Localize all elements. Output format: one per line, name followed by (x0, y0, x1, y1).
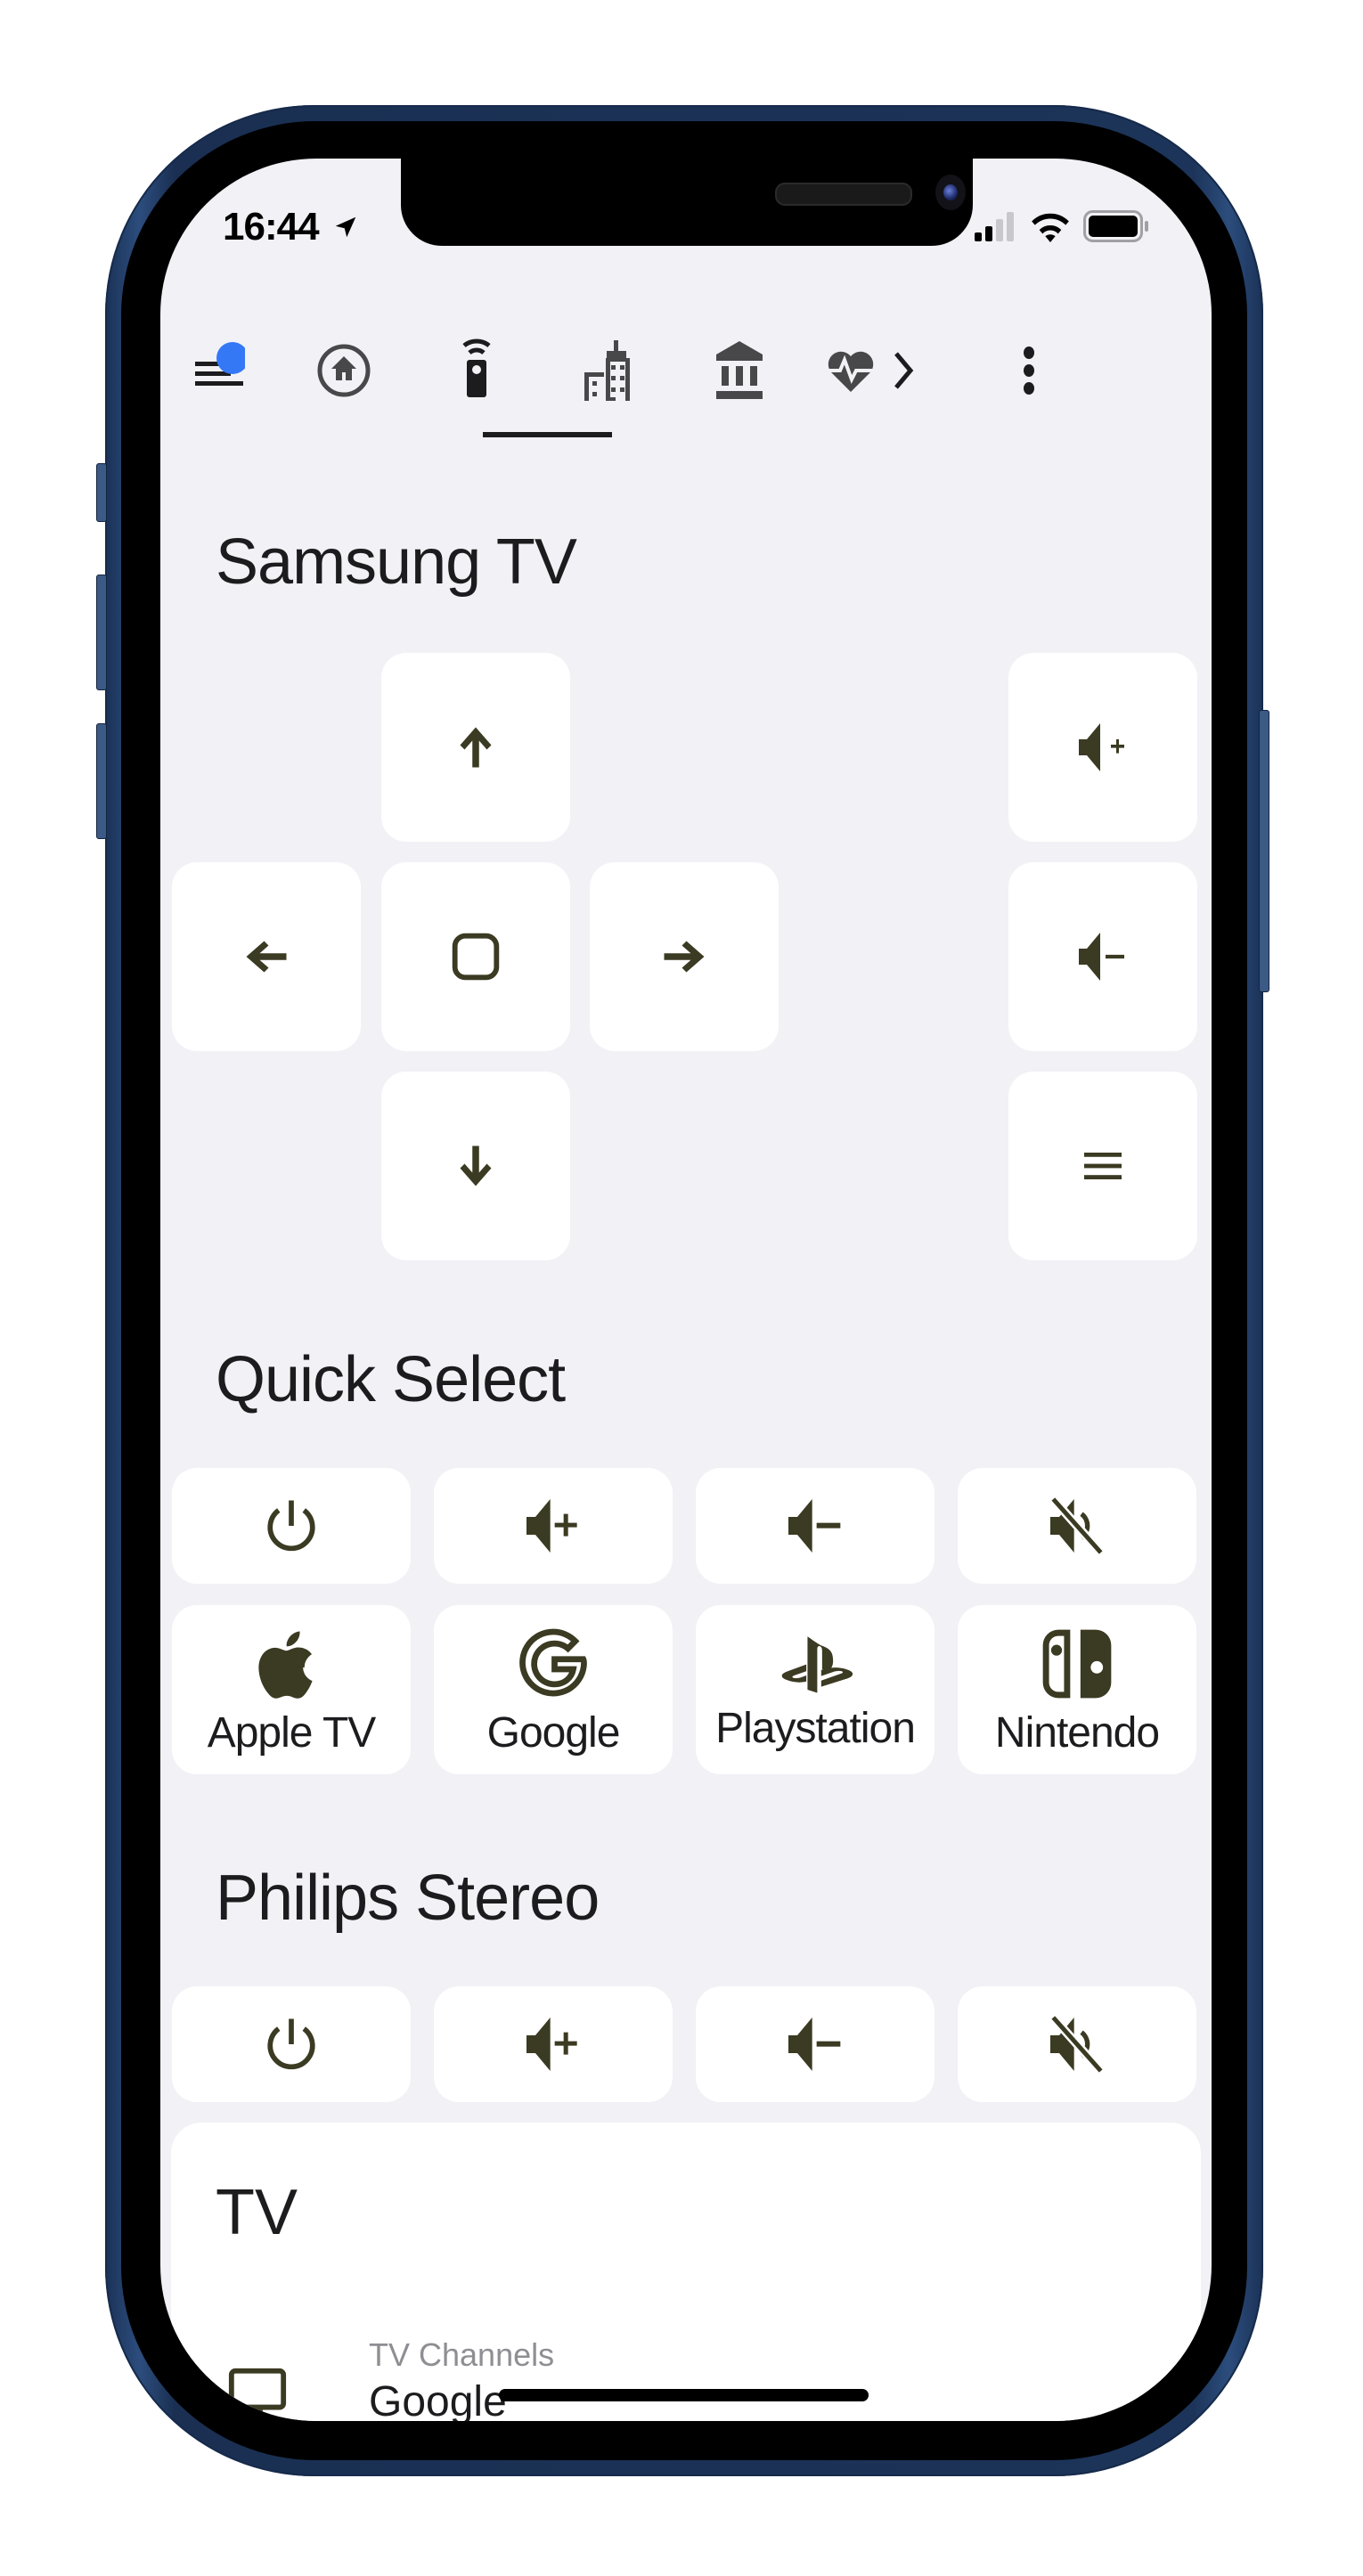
dpad-right-button[interactable] (590, 862, 779, 1051)
volume-down-icon (1079, 933, 1124, 981)
cellular-signal-icon (975, 212, 1014, 241)
battery-icon (1083, 210, 1148, 242)
samsung-volume-down-button[interactable] (1008, 862, 1197, 1051)
location-arrow-icon (335, 216, 356, 238)
tab-menu[interactable] (160, 317, 274, 424)
arrow-up-icon (460, 727, 492, 768)
quick-volume-down-button[interactable] (696, 1468, 935, 1584)
home-circle-icon (317, 344, 371, 397)
dpad-left-button[interactable] (172, 862, 361, 1051)
volume-up-icon (1079, 723, 1124, 771)
philips-volume-up-button[interactable] (434, 1986, 673, 2102)
front-camera (935, 175, 966, 210)
source-label: Apple TV (207, 1708, 377, 1757)
playstation-icon (781, 1635, 853, 1692)
power-icon (267, 2018, 315, 2070)
mute-icon (1049, 2014, 1105, 2075)
active-tab-indicator (483, 432, 612, 437)
silent-switch (96, 463, 107, 522)
chevron-right-icon (894, 352, 914, 389)
philips-volume-down-button[interactable] (696, 1986, 935, 2102)
source-nintendo-button[interactable]: Nintendo (958, 1605, 1196, 1774)
tv-card-title: TV (216, 2177, 298, 2248)
menu-lines-icon (1084, 1153, 1122, 1179)
volume-down-icon (788, 2018, 841, 2071)
google-icon (519, 1628, 587, 1696)
source-label: Playstation (715, 1704, 916, 1752)
source-label: Nintendo (994, 1708, 1160, 1757)
tab-bank[interactable] (682, 317, 797, 424)
mute-icon (1049, 1496, 1105, 1556)
volume-up-icon (526, 2018, 577, 2071)
status-icons (973, 210, 1151, 242)
volume-down-hardware-button (96, 723, 107, 839)
samsung-volume-up-button[interactable] (1008, 653, 1197, 842)
more-vertical-icon (1024, 346, 1034, 395)
power-icon (267, 1500, 315, 1552)
bank-icon (716, 341, 763, 399)
source-label: Google (486, 1708, 621, 1757)
quick-select-title: Quick Select (216, 1344, 566, 1415)
arrow-left-icon (246, 941, 287, 973)
remote-icon (462, 338, 491, 397)
city-icon (584, 340, 630, 401)
quick-volume-up-button[interactable] (434, 1468, 673, 1584)
heart-pulse-icon (824, 351, 876, 392)
quick-power-button[interactable] (172, 1468, 411, 1584)
row-primary-text: Google (369, 2378, 507, 2421)
philips-stereo-title: Philips Stereo (216, 1863, 600, 1934)
volume-up-hardware-button (96, 575, 107, 690)
notch (401, 159, 973, 246)
home-indicator[interactable] (499, 2389, 869, 2401)
philips-mute-button[interactable] (958, 1986, 1196, 2102)
side-power-button (1259, 710, 1269, 992)
samsung-tv-title: Samsung TV (216, 526, 577, 598)
arrow-right-icon (664, 941, 705, 973)
television-icon (228, 2368, 287, 2416)
dpad-select-button[interactable] (381, 862, 570, 1051)
philips-power-button[interactable] (172, 1986, 411, 2102)
arrow-down-icon (460, 1145, 492, 1186)
menu-icon (195, 342, 245, 386)
apple-icon (258, 1631, 313, 1699)
tab-home[interactable] (286, 317, 402, 424)
tv-channel-row[interactable]: TV Channels Google (171, 2327, 1201, 2421)
volume-up-icon (526, 1499, 577, 1553)
dpad-down-button[interactable] (381, 1072, 570, 1260)
volume-down-icon (788, 1499, 841, 1553)
source-google-button[interactable]: Google (434, 1605, 673, 1774)
overflow-menu-button[interactable] (984, 317, 1073, 424)
tab-city[interactable] (551, 317, 666, 424)
tv-card: TV TV Channels Google (171, 2123, 1201, 2421)
select-square-icon (452, 933, 500, 981)
nintendo-switch-icon (1042, 1629, 1112, 1698)
wifi-icon (1032, 213, 1069, 242)
screen: 16:44 Samsung TV Quick Select Apple TV G… (160, 159, 1212, 2421)
row-secondary-text: TV Channels (369, 2336, 555, 2373)
tab-remote[interactable] (419, 317, 535, 424)
source-apple-tv-button[interactable]: Apple TV (172, 1605, 411, 1774)
tab-scroll-right[interactable] (873, 317, 935, 424)
quick-mute-button[interactable] (958, 1468, 1196, 1584)
samsung-menu-button[interactable] (1008, 1072, 1197, 1260)
source-playstation-button[interactable]: Playstation (696, 1605, 935, 1774)
status-time-text: 16:44 (223, 205, 320, 249)
notification-badge (216, 342, 245, 374)
status-time: 16:44 (223, 205, 359, 249)
dpad-up-button[interactable] (381, 653, 570, 842)
earpiece-speaker (775, 183, 912, 206)
tab-bar (160, 317, 1212, 442)
